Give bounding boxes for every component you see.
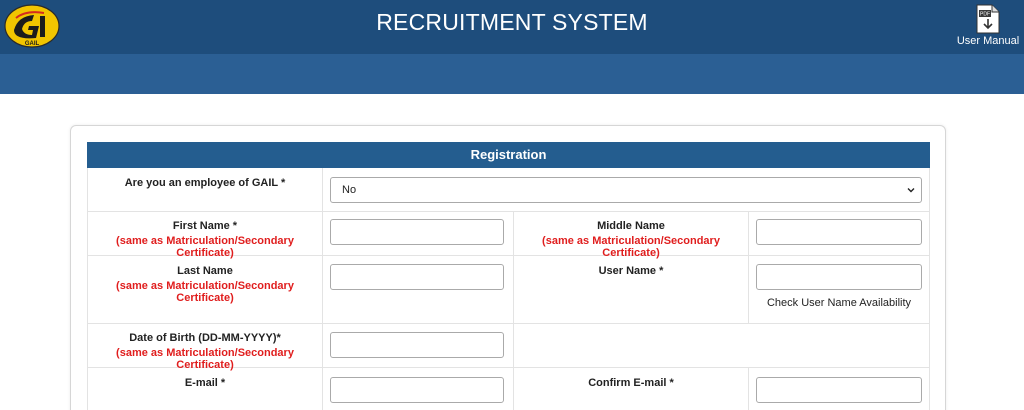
first-name-label: First Name * — [172, 220, 238, 232]
page-title: RECRUITMENT SYSTEM — [376, 9, 648, 35]
user-name-label-cell: User Name * — [513, 256, 748, 324]
confirm-email-label-cell: Confirm E-mail * — [513, 368, 748, 410]
last-name-note: (same as Matriculation/Secondary Certifi… — [116, 280, 294, 304]
employee-select[interactable]: No — [330, 177, 922, 203]
employee-label: Are you an employee of GAIL * — [124, 177, 286, 189]
user-name-label: User Name * — [598, 265, 664, 277]
last-name-input[interactable] — [330, 264, 504, 290]
svg-text:PDF: PDF — [980, 12, 990, 18]
confirm-email-label: Confirm E-mail * — [588, 377, 674, 389]
email-input[interactable] — [330, 377, 504, 403]
check-user-name-link[interactable]: Check User Name Availability — [756, 297, 922, 309]
email-label-cell: E-mail * — [87, 368, 322, 410]
user-manual-label: User Manual — [956, 35, 1020, 47]
dob-label-cell: Date of Birth (DD-MM-YYYY)* (same as Mat… — [87, 324, 322, 371]
dob-input[interactable] — [330, 332, 504, 358]
user-name-input[interactable] — [756, 264, 922, 290]
first-name-input[interactable] — [330, 219, 504, 245]
employee-select-value: No — [342, 184, 357, 196]
first-name-label-cell: First Name * (same as Matriculation/Seco… — [87, 212, 322, 259]
pdf-file-icon: PDF — [976, 4, 1000, 34]
email-label: E-mail * — [184, 377, 226, 389]
logo-text: GAIL — [25, 41, 40, 47]
chevron-down-icon — [907, 188, 915, 193]
last-name-label-cell: Last Name (same as Matriculation/Seconda… — [87, 256, 322, 324]
registration-section-header: Registration — [87, 142, 930, 168]
middle-name-label-cell: Middle Name (same as Matriculation/Secon… — [513, 212, 748, 259]
user-manual-button[interactable]: PDF User Manual — [952, 2, 1024, 52]
dob-empty-cell — [513, 324, 930, 368]
middle-name-label: Middle Name — [597, 220, 665, 232]
employee-label-cell: Are you an employee of GAIL * — [87, 168, 322, 212]
confirm-email-input[interactable] — [756, 377, 922, 403]
last-name-label: Last Name — [177, 265, 233, 277]
sub-header-bar — [0, 54, 1024, 94]
dob-label: Date of Birth (DD-MM-YYYY)* — [129, 332, 281, 344]
middle-name-input[interactable] — [756, 219, 922, 245]
